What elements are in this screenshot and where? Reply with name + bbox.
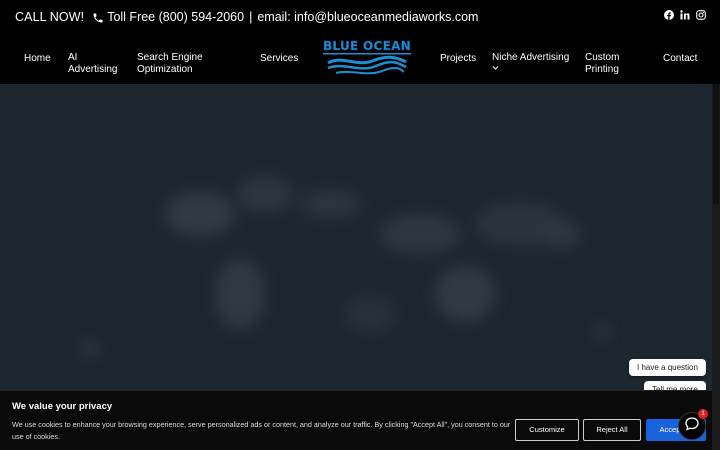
linkedin-icon[interactable] (680, 10, 690, 20)
cookie-description: We use cookies to enhance your browsing … (12, 420, 511, 441)
facebook-icon[interactable] (664, 10, 674, 20)
main-navigation: Home AI Advertising Search Engine Optimi… (0, 34, 720, 84)
reject-all-button[interactable]: Reject All (583, 419, 641, 441)
chevron-down-icon (492, 63, 569, 75)
scrollbar-thumb[interactable] (713, 84, 719, 204)
nav-item-custom-printing[interactable]: Custom Printing (585, 52, 619, 76)
cookie-consent-banner: We value your privacy We use cookies to … (0, 390, 712, 450)
nav-item-ai-advertising[interactable]: AI Advertising (68, 52, 117, 76)
logo-waves-graphic (323, 53, 411, 75)
nav-item-label-line: Custom (585, 52, 620, 63)
nav-item-niche-advertising[interactable]: Niche Advertising (492, 52, 569, 75)
logo-text: BLUE OCEAN (322, 39, 412, 53)
phone-icon (92, 11, 104, 23)
top-bar: CALL NOW! Toll Free (800) 594-2060 | ema… (0, 0, 720, 34)
nav-item-label-line: Optimization (137, 64, 193, 75)
nav-item-label-line: Search Engine (137, 52, 203, 63)
toll-free-phone-link[interactable]: Toll Free (800) 594-2060 (107, 10, 244, 24)
nav-item-label: Niche Advertising (492, 52, 570, 63)
customize-button[interactable]: Customize (515, 419, 579, 441)
separator: | (249, 10, 253, 24)
nav-item-projects[interactable]: Projects (440, 53, 476, 65)
nav-item-label-line: Advertising (68, 64, 118, 75)
nav-item-contact[interactable]: Contact (663, 53, 697, 65)
chat-quick-reply-question[interactable]: I have a question (629, 359, 706, 376)
email-link[interactable]: email: info@blueoceanmediaworks.com (257, 10, 478, 24)
blue-ocean-logo[interactable]: BLUE OCEAN (322, 37, 412, 79)
cookie-title: We value your privacy (12, 401, 113, 412)
instagram-icon[interactable] (696, 10, 706, 20)
call-now-text: CALL NOW! (15, 10, 85, 24)
nav-item-home[interactable]: Home (24, 53, 51, 65)
nav-item-label-line: AI (68, 52, 78, 63)
page-scrollbar[interactable] (712, 84, 720, 450)
chat-icon (684, 416, 700, 437)
chat-notification-badge: 1 (698, 409, 708, 419)
nav-item-label-line: Printing (585, 64, 619, 75)
social-links (664, 10, 706, 20)
nav-item-seo[interactable]: Search Engine Optimization (137, 52, 203, 76)
nav-item-services[interactable]: Services (260, 53, 298, 65)
